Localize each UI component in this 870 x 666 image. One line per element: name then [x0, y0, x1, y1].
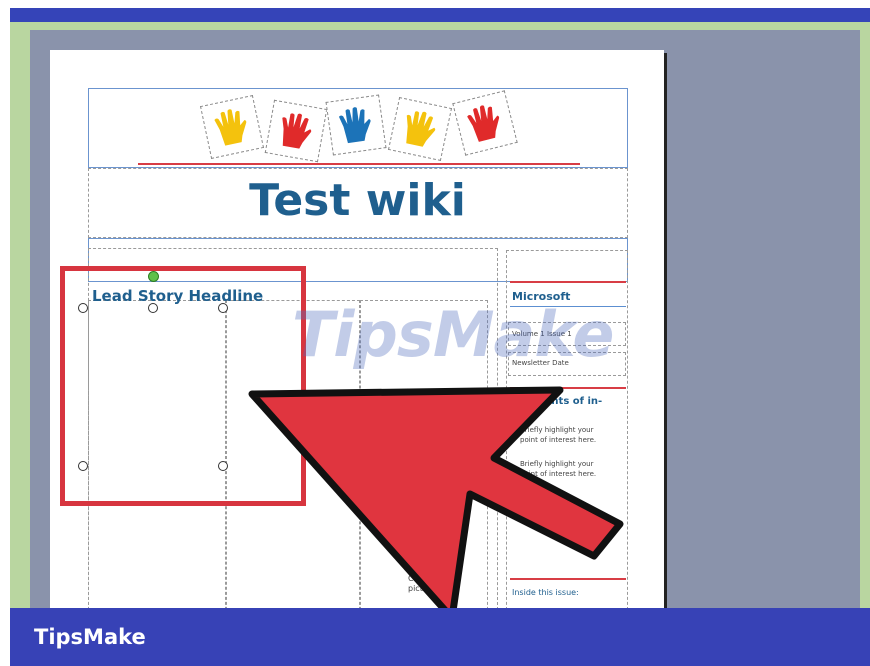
red-arrow-icon: [248, 386, 624, 622]
footer-brand: TipsMake: [34, 625, 146, 649]
